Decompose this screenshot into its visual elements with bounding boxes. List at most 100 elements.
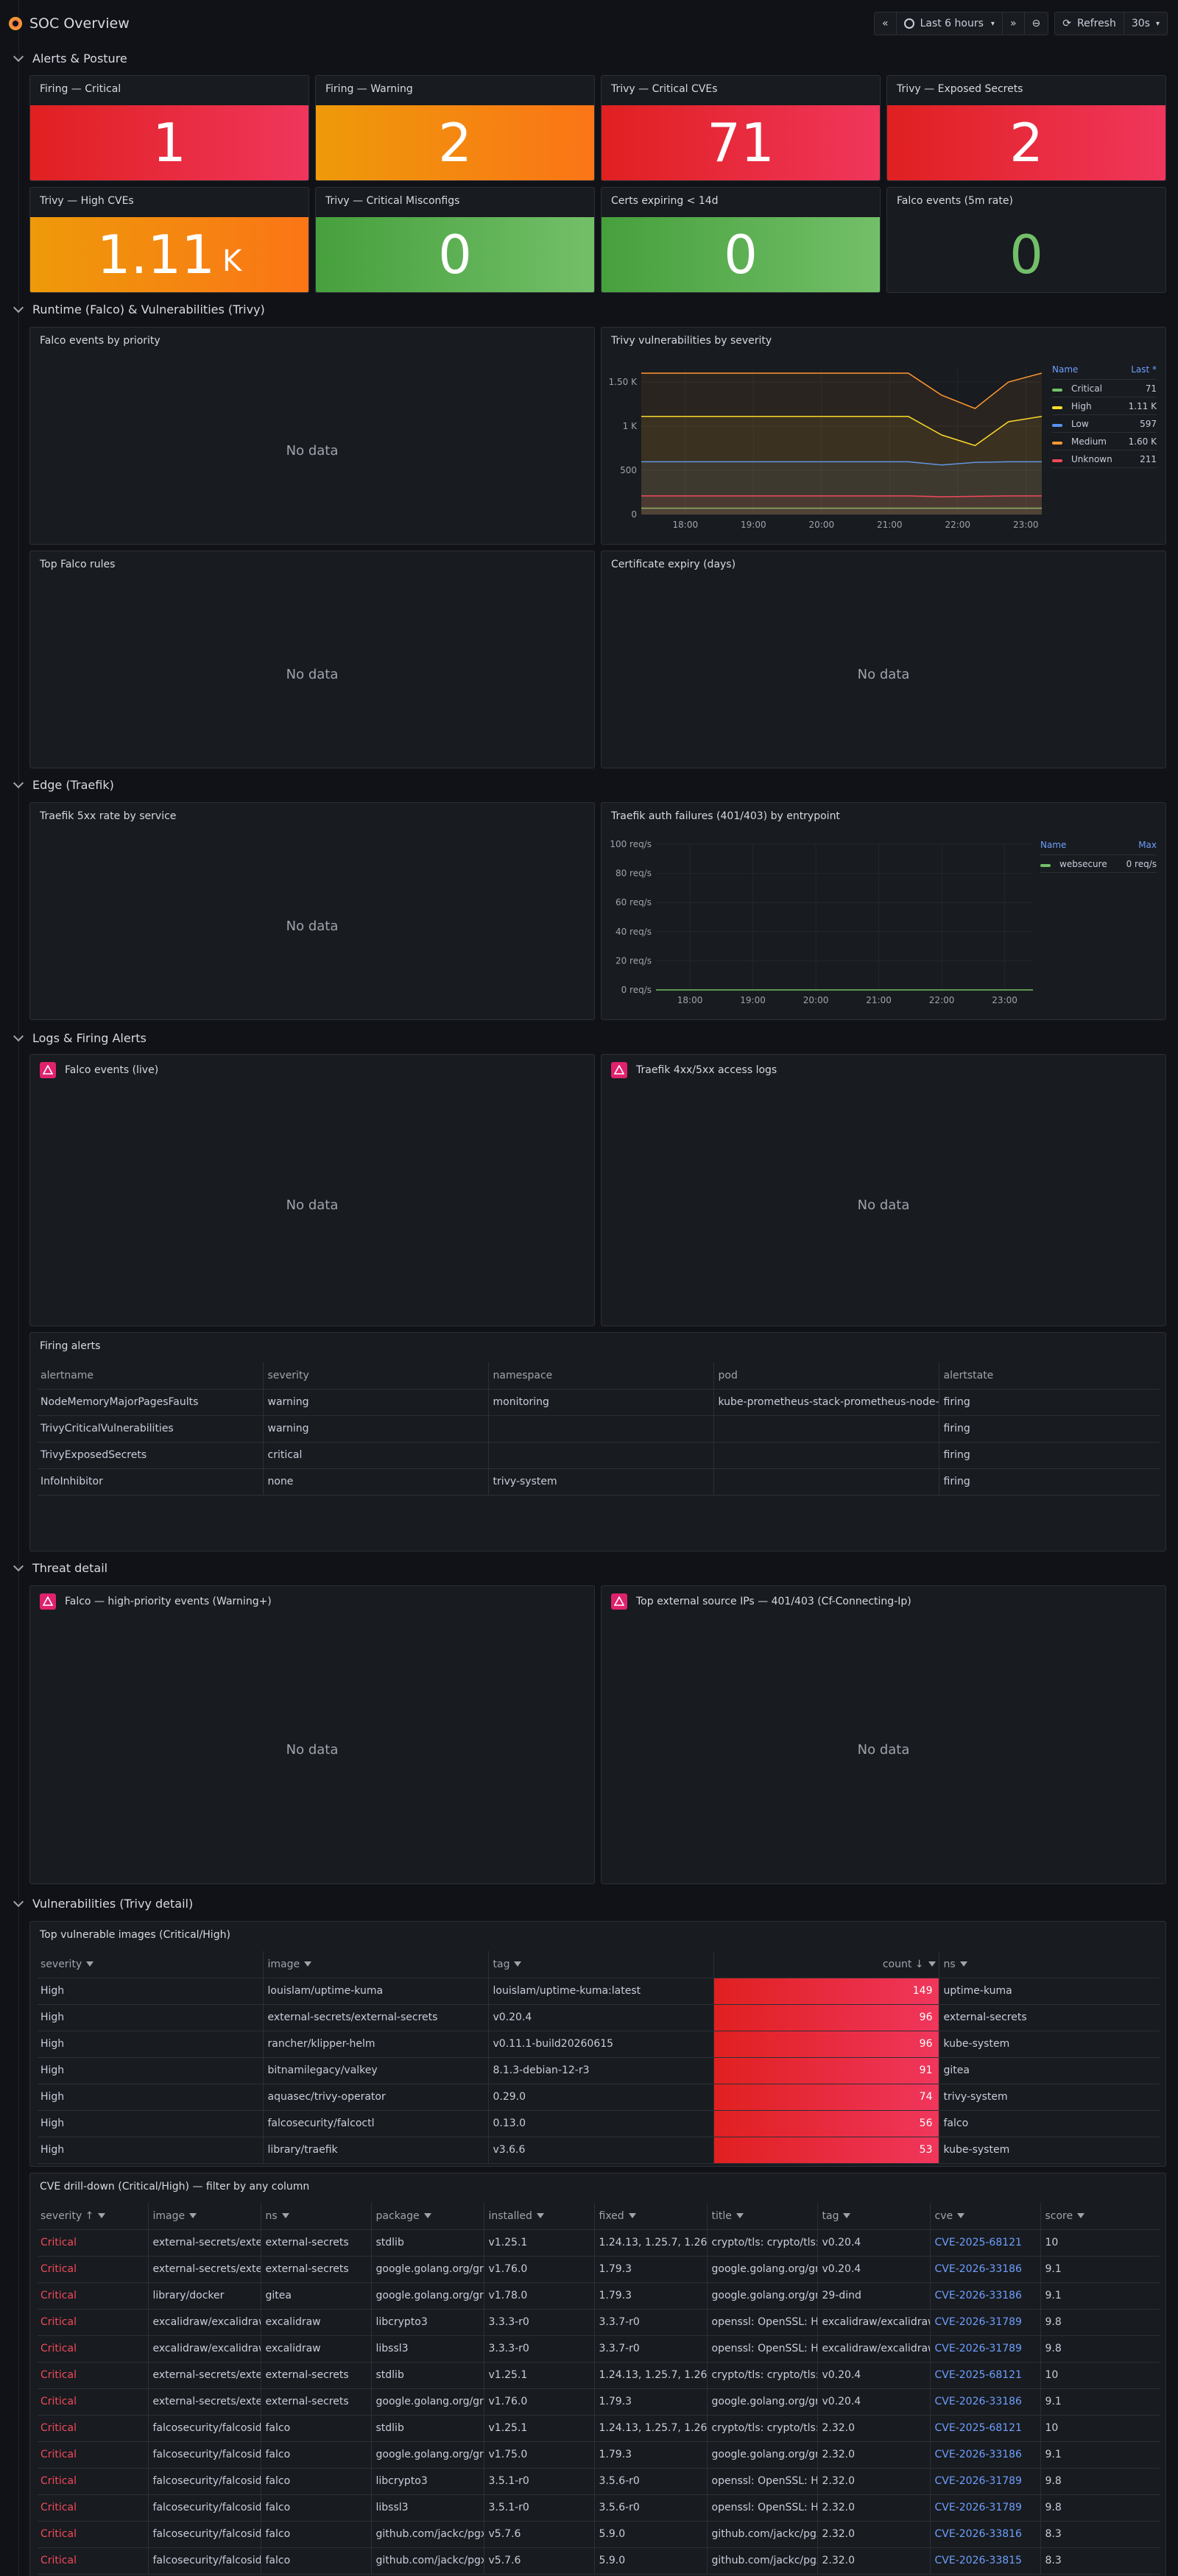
panel-firing-alerts[interactable]: Firing alerts alertname severity namespace… [29,1332,1166,1551]
filter-icon[interactable] [736,2213,744,2219]
shift-forward-button[interactable]: » [1003,13,1025,35]
column-header[interactable]: alertname [38,1362,263,1390]
table-cell[interactable]: CVE-2026-31789 [929,2468,1040,2495]
stat-panel[interactable]: Trivy — Exposed Secrets 2 [886,75,1166,181]
table-row[interactable]: High aquasec/trivy-operator 0.29.0 74 trivy-… [38,2084,1160,2111]
table-cell[interactable]: CVE-2026-33186 [929,2282,1040,2310]
alert-triangle-icon[interactable] [40,1593,56,1610]
filter-icon[interactable] [628,2213,636,2219]
table-row[interactable]: Critical falcosecurity/falcosid falco githu… [38,2547,1160,2575]
table-row[interactable]: Critical excalidraw/excalidraw excalidraw l… [38,2309,1160,2336]
time-range-picker[interactable]: Last 6 hours ▾ [897,13,1003,35]
column-header[interactable]: fixed [593,2203,707,2230]
legend-item[interactable]: Low 597 [1052,415,1157,433]
filter-icon[interactable] [189,2213,197,2219]
stat-panel[interactable]: Certs expiring < 14d 0 [601,187,881,293]
column-header[interactable]: score [1040,2203,1160,2230]
column-header[interactable]: severity ↑ [38,2203,148,2230]
filter-icon[interactable] [928,1961,936,1967]
panel-cve-drilldown[interactable]: CVE drill-down (Critical/High) — filter … [29,2173,1166,2576]
table-cell[interactable]: CVE-2026-33186 [929,2388,1040,2416]
panel-trivy-severity[interactable]: Trivy vulnerabilities by severity 0 500 1 … [601,327,1166,545]
row-logs-alerts[interactable]: Logs & Firing Alerts [13,1027,147,1048]
column-header[interactable]: cve [929,2203,1040,2230]
table-cell[interactable]: CVE-2026-31789 [929,2309,1040,2336]
alert-triangle-icon[interactable] [611,1593,627,1610]
column-header[interactable]: severity [262,1362,488,1390]
filter-icon[interactable] [1077,2213,1085,2219]
table-row[interactable]: Critical falcosecurity/falcosid falco libss… [38,2494,1160,2522]
column-header[interactable]: title [706,2203,817,2230]
column-header[interactable]: tag [817,2203,930,2230]
column-header[interactable]: ns [260,2203,371,2230]
row-edge[interactable]: Edge (Traefik) [13,774,114,795]
table-row[interactable]: Critical falcosecurity/falcosid falco googl… [38,2441,1160,2469]
table-row[interactable]: Critical library/docker gitea google.golang… [38,2282,1160,2310]
table-cell[interactable]: CVE-2025-68121 [929,2229,1040,2257]
grafana-logo-icon[interactable] [9,17,22,30]
panel-falco-high[interactable]: Falco — high-priority events (Warning+) … [29,1585,595,1884]
table-row[interactable]: High bitnamilegacy/valkey 8.1.3-debian-12-… [38,2057,1160,2084]
table-row[interactable]: TrivyCriticalVulnerabilities warning firin… [38,1415,1160,1443]
table-cell[interactable]: CVE-2026-33815 [929,2547,1040,2575]
filter-icon[interactable] [959,1961,967,1967]
panel-traefik-auth[interactable]: Traefik auth failures (401/403) by entry… [601,802,1166,1020]
stat-panel[interactable]: Firing — Critical 1 [29,75,309,181]
shift-back-button[interactable]: « [875,13,897,35]
panel-top-falco-rules[interactable]: Top Falco rules No data [29,551,595,768]
column-header[interactable]: alertstate [938,1362,1160,1390]
table-row[interactable]: Critical falcosecurity/falcosid falco libcr… [38,2468,1160,2495]
table-row[interactable]: Critical excalidraw/excalidraw excalidraw l… [38,2335,1160,2363]
legend-item[interactable]: websecure 0 req/s [1040,855,1157,873]
panel-falco-priority[interactable]: Falco events by priority No data [29,327,595,545]
stat-panel[interactable]: Firing — Warning 2 [315,75,595,181]
table-row[interactable]: NodeMemoryMajorPagesFaults warning monitor… [38,1389,1160,1416]
stat-panel[interactable]: Trivy — Critical Misconfigs 0 [315,187,595,293]
table-cell[interactable]: CVE-2026-33186 [929,2256,1040,2283]
table-row[interactable]: InfoInhibitor none trivy-system firing [38,1468,1160,1496]
panel-traefik-logs[interactable]: Traefik 4xx/5xx access logs No data [601,1054,1166,1326]
table-row[interactable]: Critical falcosecurity/falcosid falco githu… [38,2521,1160,2548]
column-header[interactable]: severity [38,1951,263,1978]
table-row[interactable]: High external-secrets/external-secrets v0.… [38,2004,1160,2031]
table-row[interactable]: High louislam/uptime-kuma louislam/uptime-… [38,1978,1160,2005]
column-header[interactable]: count ↓ [713,1951,939,1978]
panel-top-images[interactable]: Top vulnerable images (Critical/High) se… [29,1921,1166,2167]
table-row[interactable]: TrivyExposedSecrets critical firing [38,1442,1160,1469]
table-row[interactable]: High rancher/klipper-helm v0.11.1-build202… [38,2031,1160,2058]
refresh-interval-picker[interactable]: 30s ▾ [1124,13,1167,35]
table-cell[interactable]: CVE-2026-31789 [929,2335,1040,2363]
row-vulnerabilities[interactable]: Vulnerabilities (Trivy detail) [13,1893,193,1914]
alert-triangle-icon[interactable] [40,1062,56,1078]
column-header[interactable]: namespace [487,1362,713,1390]
legend-item[interactable]: Unknown 211 [1052,450,1157,468]
filter-icon[interactable] [304,1961,312,1967]
filter-icon[interactable] [98,2213,106,2219]
alert-triangle-icon[interactable] [611,1062,627,1078]
table-row[interactable]: High falcosecurity/falcoctl 0.13.0 56 falco [38,2110,1160,2137]
stat-panel[interactable]: Trivy — Critical CVEs 71 [601,75,881,181]
zoom-out-button[interactable]: ⊖ [1025,13,1048,35]
table-row[interactable]: Critical external-secrets/exte external-se… [38,2229,1160,2257]
column-header[interactable]: image [147,2203,261,2230]
column-header[interactable]: installed [483,2203,594,2230]
legend-name-header[interactable]: Name [1040,840,1066,850]
filter-icon[interactable] [957,2213,965,2219]
refresh-button[interactable]: ⟳ Refresh [1055,13,1124,35]
table-cell[interactable]: CVE-2026-33816 [929,2521,1040,2548]
stat-panel[interactable]: Trivy — High CVEs 1.11 K [29,187,309,293]
column-header[interactable]: pod [713,1362,939,1390]
legend-item[interactable]: Critical 71 [1052,380,1157,397]
row-threat-detail[interactable]: Threat detail [13,1557,107,1578]
filter-icon[interactable] [281,2213,289,2219]
column-header[interactable]: image [262,1951,488,1978]
filter-icon[interactable] [423,2213,431,2219]
filter-icon[interactable] [86,1961,94,1967]
panel-traefik-5xx[interactable]: Traefik 5xx rate by service No data [29,802,595,1020]
table-cell[interactable]: CVE-2025-68121 [929,2362,1040,2389]
table-cell[interactable]: CVE-2025-68121 [929,2415,1040,2442]
panel-cert-expiry[interactable]: Certificate expiry (days) No data [601,551,1166,768]
table-row[interactable]: Critical external-secrets/exte external-se… [38,2388,1160,2416]
legend-item[interactable]: High 1.11 K [1052,397,1157,415]
panel-top-ips[interactable]: Top external source IPs — 401/403 (Cf-Co… [601,1585,1166,1884]
